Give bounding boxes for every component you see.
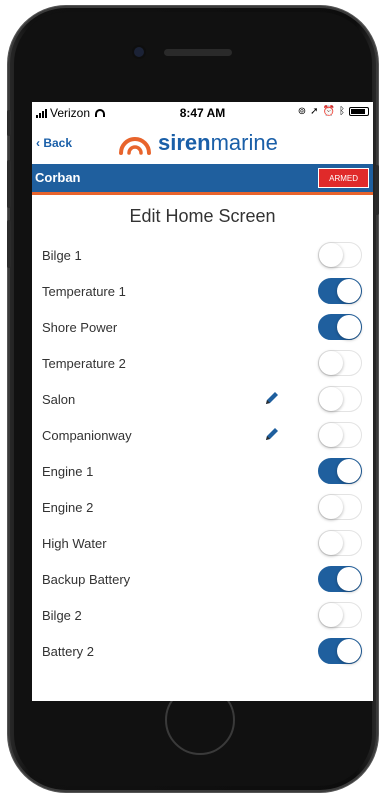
toggle-switch[interactable] (318, 242, 362, 268)
back-button[interactable]: ‹ Back (36, 136, 72, 150)
item-label: Engine 1 (42, 464, 94, 479)
list-item: Temperature 2 (32, 346, 373, 382)
toggle-switch[interactable] (318, 458, 362, 484)
list-item: Salon (32, 382, 373, 418)
mute-switch (7, 110, 11, 136)
earpiece-speaker (164, 49, 232, 56)
front-camera (134, 47, 144, 57)
toggle-knob (319, 495, 343, 519)
item-label: High Water (42, 536, 107, 551)
toggle-switch[interactable] (318, 350, 362, 376)
item-label: Salon (42, 392, 76, 407)
item-label: Battery 2 (42, 644, 95, 659)
bluetooth-icon: ᛒ (339, 106, 345, 117)
app-screen: Verizon 8:47 AM ⊚ ➚ ⏰ ᛒ ‹ Back sirenmari… (32, 102, 373, 701)
vessel-banner: Corban ARMED (32, 164, 373, 195)
list-item: Battery 2 (32, 634, 373, 670)
toggle-switch[interactable] (318, 602, 362, 628)
nav-bar: ‹ Back sirenmarine (32, 124, 373, 164)
siren-arc-icon (119, 137, 151, 155)
toggle-switch[interactable] (318, 278, 362, 304)
toggle-knob (337, 279, 361, 303)
toggle-knob (319, 423, 343, 447)
toggle-knob (337, 567, 361, 591)
toggle-knob (337, 639, 361, 663)
toggle-knob (337, 315, 361, 339)
toggle-switch[interactable] (318, 422, 362, 448)
list-item: Bilge 2 (32, 598, 373, 634)
vessel-name: Corban (35, 170, 81, 185)
toggle-switch[interactable] (318, 386, 362, 412)
toggle-knob (319, 603, 343, 627)
pencil-icon[interactable] (264, 390, 280, 411)
logo-text: sirenmarine (158, 130, 278, 156)
logo-bold: siren (158, 130, 211, 155)
list-item: Shore Power (32, 310, 373, 346)
toggle-switch[interactable] (318, 530, 362, 556)
list-item: Temperature 1 (32, 274, 373, 310)
volume-down-button (7, 220, 11, 268)
toggle-knob (319, 531, 343, 555)
logo-light: marine (210, 130, 278, 155)
battery-icon (349, 107, 369, 116)
list-item: Bilge 1 (32, 238, 373, 274)
back-label: Back (43, 136, 73, 150)
status-bar: Verizon 8:47 AM ⊚ ➚ ⏰ ᛒ (32, 102, 373, 124)
item-label: Bilge 2 (42, 608, 82, 623)
list-item: Engine 2 (32, 490, 373, 526)
list-item: Engine 1 (32, 454, 373, 490)
page-title: Edit Home Screen (129, 206, 276, 226)
item-label: Shore Power (42, 320, 118, 335)
toggle-switch[interactable] (318, 638, 362, 664)
item-label: Backup Battery (42, 572, 131, 587)
volume-up-button (7, 160, 11, 208)
toggle-knob (319, 387, 343, 411)
toggle-switch[interactable] (318, 494, 362, 520)
toggle-knob (319, 243, 343, 267)
power-button (375, 165, 379, 215)
pencil-icon[interactable] (264, 426, 280, 447)
toggle-knob (319, 351, 343, 375)
item-label: Engine 2 (42, 500, 94, 515)
item-label: Temperature 2 (42, 356, 126, 371)
item-label: Bilge 1 (42, 248, 82, 263)
toggle-switch[interactable] (318, 314, 362, 340)
item-label: Companionway (42, 428, 132, 443)
sirenmarine-logo: sirenmarine (118, 130, 278, 156)
location-icon: ➚ (310, 106, 319, 117)
list-item: High Water (32, 526, 373, 562)
alarm-icon: ⏰ (322, 106, 335, 117)
list-item: Backup Battery (32, 562, 373, 598)
status-right: ⊚ ➚ ⏰ ᛒ (298, 106, 369, 117)
toggle-switch[interactable] (318, 566, 362, 592)
list-item: Companionway (32, 418, 373, 454)
armed-badge[interactable]: ARMED (318, 168, 369, 188)
toggle-knob (337, 459, 361, 483)
lock-rotation-icon: ⊚ (297, 106, 307, 117)
item-label: Temperature 1 (42, 284, 126, 299)
